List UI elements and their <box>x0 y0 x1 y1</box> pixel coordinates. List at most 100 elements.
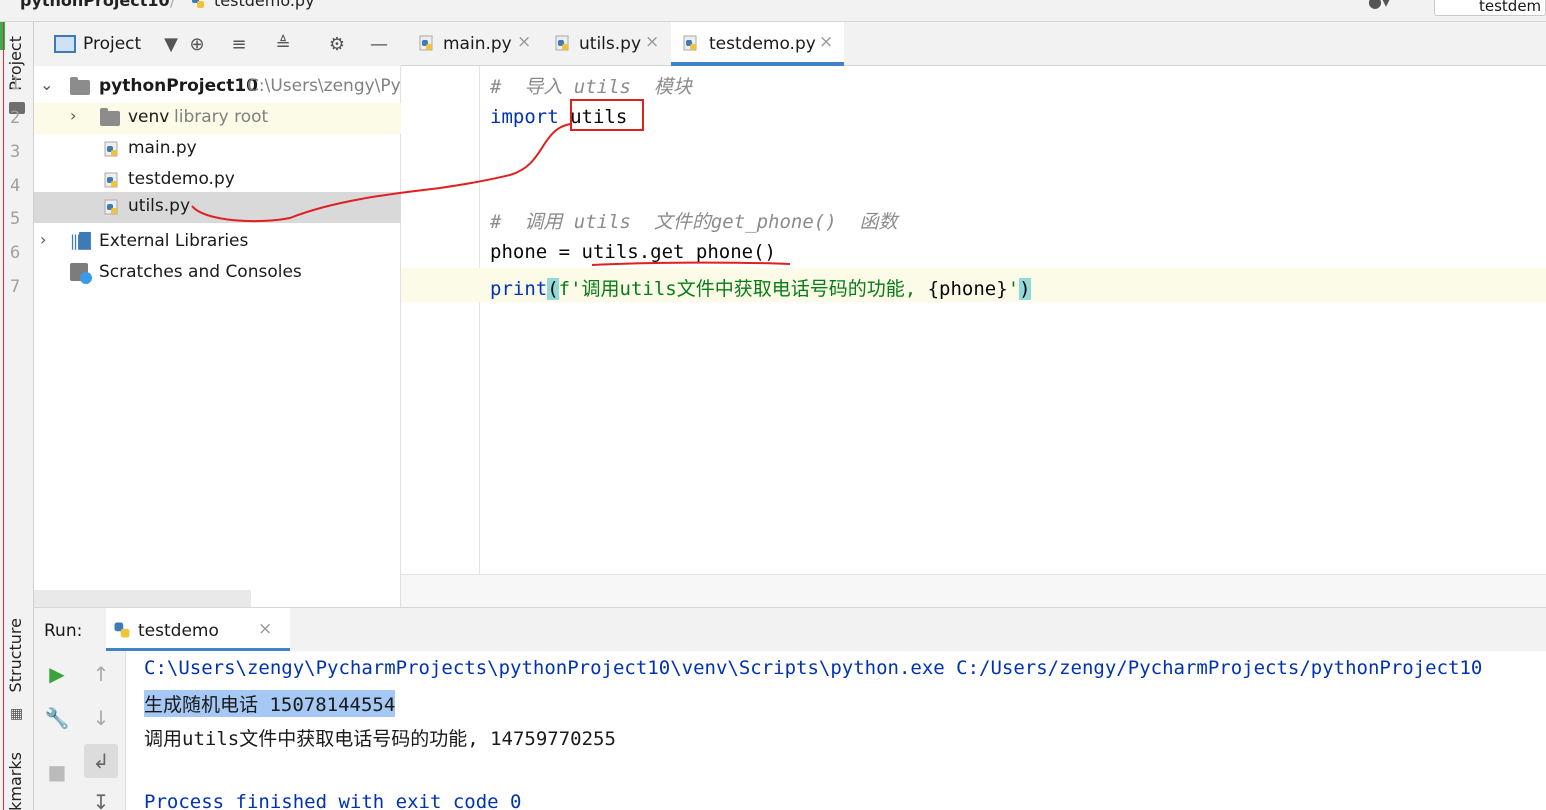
breadcrumb-project[interactable]: pythonProject10 <box>20 0 170 10</box>
editor-horizontal-scrollbar[interactable] <box>401 574 1546 607</box>
project-panel: Project ▼ ⊕ ≡ ≜ ⚙ — ⌄ pythonProject10 C:… <box>34 22 410 607</box>
tree-item-hint: library root <box>174 107 269 127</box>
bracket-open: ( <box>547 278 559 300</box>
print-function: print <box>490 278 548 300</box>
code-line-6: phone = utils.get_phone() <box>490 241 776 263</box>
tab-utils-py[interactable]: utils.py × <box>541 22 669 66</box>
tab-label: utils.py <box>579 34 641 54</box>
view-dropdown-icon[interactable]: ▼ <box>160 33 182 55</box>
close-icon[interactable]: × <box>258 619 272 639</box>
folder-icon <box>100 108 120 126</box>
tree-item-label: pythonProject10 <box>99 76 259 96</box>
bracket-close: ) <box>1019 278 1031 300</box>
run-console-output[interactable]: C:\Users\zengy\PycharmProjects\pythonPro… <box>126 651 1546 810</box>
tree-item-label: Scratches and Consoles <box>99 262 302 282</box>
tree-item-label: External Libraries <box>99 231 249 251</box>
soft-wrap-icon[interactable]: ↲ <box>84 744 118 778</box>
structure-tool-button[interactable]: Structure <box>6 618 25 692</box>
editor-tab-bar: main.py × utils.py × testdemo.py × <box>401 22 1546 66</box>
project-view-label[interactable]: Project <box>83 34 141 54</box>
stop-icon[interactable]: ■ <box>40 755 74 789</box>
line-number: 5 <box>10 209 21 229</box>
annotation-box <box>570 99 644 131</box>
arrow-down-icon[interactable]: ↓ <box>84 701 118 735</box>
line-number: 6 <box>10 243 21 263</box>
tree-item-path: C:\Users\zengy\Pyc <box>247 76 411 96</box>
tab-main-py[interactable]: main.py × <box>407 22 539 66</box>
tree-item-scratches[interactable]: Scratches and Consoles <box>34 258 401 289</box>
python-file-icon <box>192 0 204 8</box>
tree-item-label: testdemo.py <box>128 169 235 189</box>
library-icon: |||█ <box>70 232 91 250</box>
tab-testdemo-py[interactable]: testdemo.py × <box>671 22 844 66</box>
fstring-expression: {phone} <box>927 278 1008 300</box>
scratches-badge-icon <box>80 272 92 284</box>
line-number: 4 <box>10 176 21 196</box>
locate-file-icon[interactable]: ⊕ <box>186 33 208 55</box>
close-icon[interactable]: × <box>819 32 833 52</box>
collapse-all-icon[interactable]: ≜ <box>272 33 294 55</box>
chevron-right-icon[interactable]: › <box>40 230 46 249</box>
python-file-icon <box>683 35 697 51</box>
folder-icon <box>70 77 90 95</box>
fstring-part: f'调用utils文件中获取电话号码的功能, <box>558 278 928 300</box>
settings-gear-icon[interactable]: ⚙ <box>326 33 348 55</box>
tree-item-main-py[interactable]: main.py <box>34 134 401 165</box>
user-icon[interactable]: ●▾ <box>1368 0 1390 11</box>
console-line-command: C:\Users\zengy\PycharmProjects\pythonPro… <box>144 657 1483 679</box>
python-icon <box>114 622 130 638</box>
assignment: phone = <box>490 241 582 263</box>
run-label: Run: <box>44 621 83 641</box>
code-line-7: print(f'调用utils文件中获取电话号码的功能, {phone}') <box>490 274 1031 301</box>
comment: # 调用 utils 文件的get_phone() 函数 <box>490 211 898 233</box>
structure-icon: ▦ <box>10 706 24 722</box>
current-line-gutter-highlight <box>401 268 480 302</box>
breadcrumb-file[interactable]: testdemo.py <box>214 0 315 10</box>
line-number: 2 <box>10 108 21 128</box>
tab-label: main.py <box>443 34 512 54</box>
bookmarks-tool-button[interactable]: kmarks <box>6 752 25 810</box>
fstring-end-quote: ' <box>1007 278 1020 300</box>
console-line-exit: Process finished with exit code 0 <box>144 791 522 810</box>
expand-all-icon[interactable]: ≡ <box>228 33 250 55</box>
console-line-output: 生成随机电话 15078144554 <box>144 690 396 717</box>
tree-item-project-root[interactable]: ⌄ pythonProject10 C:\Users\zengy\Pyc <box>34 72 410 103</box>
code-editor[interactable] <box>480 66 1546 574</box>
function-call: utils.get_phone() <box>581 241 776 263</box>
close-icon[interactable]: × <box>645 32 659 52</box>
tree-item-label: utils.py <box>128 196 190 216</box>
code-line-5: # 调用 utils 文件的get_phone() 函数 <box>490 207 898 234</box>
run-tab-label: testdemo <box>138 621 219 641</box>
line-number: 3 <box>10 142 21 162</box>
close-icon[interactable]: × <box>517 32 531 52</box>
tree-item-label: main.py <box>128 138 197 158</box>
arrow-up-icon[interactable]: ↑ <box>84 657 118 691</box>
tree-item-venv[interactable]: › venv library root <box>34 103 401 134</box>
breadcrumb-separator: / <box>170 0 176 10</box>
python-file-icon <box>104 199 118 215</box>
tree-item-utils-py[interactable]: utils.py <box>34 192 401 223</box>
console-line-output: 调用utils文件中获取电话号码的功能, 14759770255 <box>144 728 616 750</box>
code-line-1: # 导入 utils 模块 <box>490 72 692 99</box>
run-tab-testdemo[interactable]: testdemo × <box>106 608 290 652</box>
scroll-to-end-icon[interactable]: ↧ <box>84 785 118 810</box>
chevron-right-icon[interactable]: › <box>70 106 76 125</box>
python-file-icon <box>555 35 569 51</box>
run-config-selector[interactable]: testdem <box>1434 0 1546 16</box>
line-number: 1 <box>10 74 21 94</box>
project-panel-header: Project ▼ ⊕ ≡ ≜ ⚙ — <box>34 22 401 66</box>
rerun-icon[interactable]: ▶ <box>40 657 74 691</box>
tab-label: testdemo.py <box>709 34 816 54</box>
python-file-icon <box>419 35 433 51</box>
project-horizontal-scrollbar[interactable] <box>34 590 251 607</box>
chevron-down-icon[interactable]: ⌄ <box>40 75 53 94</box>
wrench-icon[interactable]: 🔧 <box>40 701 74 735</box>
keyword-import: import <box>490 106 559 128</box>
navigation-bar: pythonProject10 / testdemo.py ●▾ testdem <box>0 0 1546 22</box>
tree-item-external-libraries[interactable]: › |||█ External Libraries <box>34 227 401 258</box>
run-toolbar: ▶ ↑ 🔧 ↓ ↲ ■ ↧ <box>34 651 126 810</box>
line-number: 7 <box>10 277 21 297</box>
python-file-icon <box>104 172 118 188</box>
hide-panel-icon[interactable]: — <box>368 33 390 55</box>
comment: # 导入 utils 模块 <box>490 76 692 98</box>
